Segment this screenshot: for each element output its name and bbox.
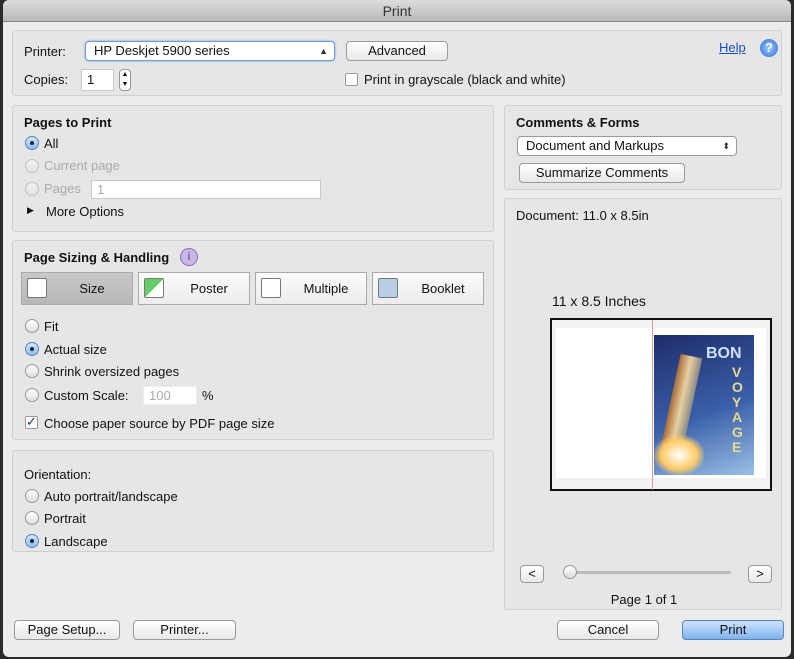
actual-size-label: Actual size [44, 342, 107, 357]
summarize-comments-button[interactable]: Summarize Comments [519, 163, 685, 183]
help-icon[interactable]: ? [760, 39, 778, 57]
tab-label: Poster [190, 281, 228, 296]
prev-page-button[interactable]: < [520, 565, 544, 583]
window-title: Print [3, 0, 791, 22]
page-slider-thumb[interactable] [563, 565, 577, 579]
poster-image: BON VOYAGE [654, 335, 754, 475]
updown-arrow-icon: ▲ [319, 46, 328, 56]
poster-title: BON [706, 345, 742, 362]
page-slider[interactable] [565, 571, 731, 574]
printer-label: Printer: [24, 44, 66, 59]
cancel-button[interactable]: Cancel [557, 620, 659, 640]
preview-size-label: 11 x 8.5 Inches [552, 293, 646, 309]
orientation-panel: Orientation: Auto portrait/landscape Por… [12, 450, 494, 552]
auto-orientation-radio[interactable] [25, 489, 39, 503]
paper-source-label: Choose paper source by PDF page size [44, 416, 275, 431]
tab-label: Multiple [303, 281, 349, 296]
preview-panel: Document: 11.0 x 8.5in 11 x 8.5 Inches B… [504, 198, 782, 610]
printer-select[interactable]: HP Deskjet 5900 series ▲ [85, 41, 335, 61]
more-options-toggle[interactable]: More Options [46, 204, 124, 219]
current-page-label: Current page [44, 158, 120, 173]
current-page-radio[interactable] [25, 159, 39, 173]
printer-button[interactable]: Printer... [133, 620, 236, 640]
orientation-title: Orientation: [24, 467, 92, 482]
comments-title: Comments & Forms [516, 115, 640, 130]
page-indicator: Page 1 of 1 [610, 592, 678, 607]
booklet-icon [378, 278, 398, 298]
sizing-title: Page Sizing & Handling [24, 250, 170, 265]
disclosure-triangle-icon[interactable]: ▶ [27, 205, 34, 216]
portrait-radio[interactable] [25, 511, 39, 525]
copies-stepper[interactable]: ▲ ▼ [119, 69, 131, 91]
pages-label: Pages [44, 181, 81, 196]
size-icon [27, 278, 47, 298]
landscape-radio[interactable] [25, 534, 39, 548]
info-icon[interactable]: i [180, 248, 198, 266]
all-radio[interactable] [25, 136, 39, 150]
fit-label: Fit [44, 319, 59, 334]
comments-panel: Comments & Forms Document and Markups ⬍ S… [504, 105, 782, 190]
fit-radio[interactable] [25, 319, 39, 333]
print-dialog: Print Printer: HP Deskjet 5900 series ▲ A… [3, 0, 791, 657]
tab-label: Booklet [421, 281, 465, 296]
help-link[interactable]: Help [719, 40, 746, 55]
printer-value: HP Deskjet 5900 series [94, 43, 230, 58]
percent-label: % [202, 388, 214, 403]
updown-arrow-icon: ⬍ [722, 141, 730, 151]
shrink-label: Shrink oversized pages [44, 364, 180, 379]
print-button[interactable]: Print [682, 620, 784, 640]
tab-poster[interactable]: Poster [138, 272, 250, 305]
grayscale-checkbox[interactable] [345, 73, 358, 86]
tab-booklet[interactable]: Booklet [372, 272, 484, 305]
pages-title: Pages to Print [24, 115, 112, 130]
all-label: All [44, 136, 59, 151]
custom-scale-label: Custom Scale: [44, 388, 129, 403]
comments-value: Document and Markups [526, 138, 665, 153]
paper-source-checkbox[interactable]: ✓ [25, 415, 38, 429]
next-page-button[interactable]: > [748, 565, 772, 583]
tab-multiple[interactable]: Multiple [255, 272, 367, 305]
copies-label: Copies: [24, 72, 69, 87]
copies-input[interactable]: 1 [81, 69, 114, 91]
poster-subtitle: VOYAGE [732, 364, 743, 455]
custom-scale-input[interactable]: 100 [143, 386, 197, 405]
printer-panel: Printer: HP Deskjet 5900 series ▲ Advance… [12, 30, 782, 96]
poster-icon [144, 278, 164, 298]
shrink-radio[interactable] [25, 364, 39, 378]
advanced-button[interactable]: Advanced [346, 41, 448, 61]
pages-panel: Pages to Print All Current page Pages 1 … [12, 105, 494, 232]
auto-orientation-label: Auto portrait/landscape [44, 489, 178, 504]
pages-radio[interactable] [25, 182, 39, 196]
grayscale-label: Print in grayscale (black and white) [364, 72, 566, 87]
sizing-panel: Page Sizing & Handling i [12, 240, 494, 440]
tab-label: Size [79, 281, 105, 296]
tab-size[interactable]: Size [21, 272, 133, 305]
comments-select[interactable]: Document and Markups ⬍ [517, 136, 737, 156]
portrait-label: Portrait [44, 511, 86, 526]
page-setup-button[interactable]: Page Setup... [14, 620, 120, 640]
pages-input[interactable]: 1 [91, 180, 321, 199]
page-preview: BON VOYAGE [550, 318, 772, 491]
custom-scale-radio[interactable] [25, 388, 39, 402]
document-size: Document: 11.0 x 8.5in [516, 208, 649, 223]
multiple-icon [261, 278, 281, 298]
actual-size-radio[interactable] [25, 342, 39, 356]
landscape-label: Landscape [44, 534, 108, 549]
